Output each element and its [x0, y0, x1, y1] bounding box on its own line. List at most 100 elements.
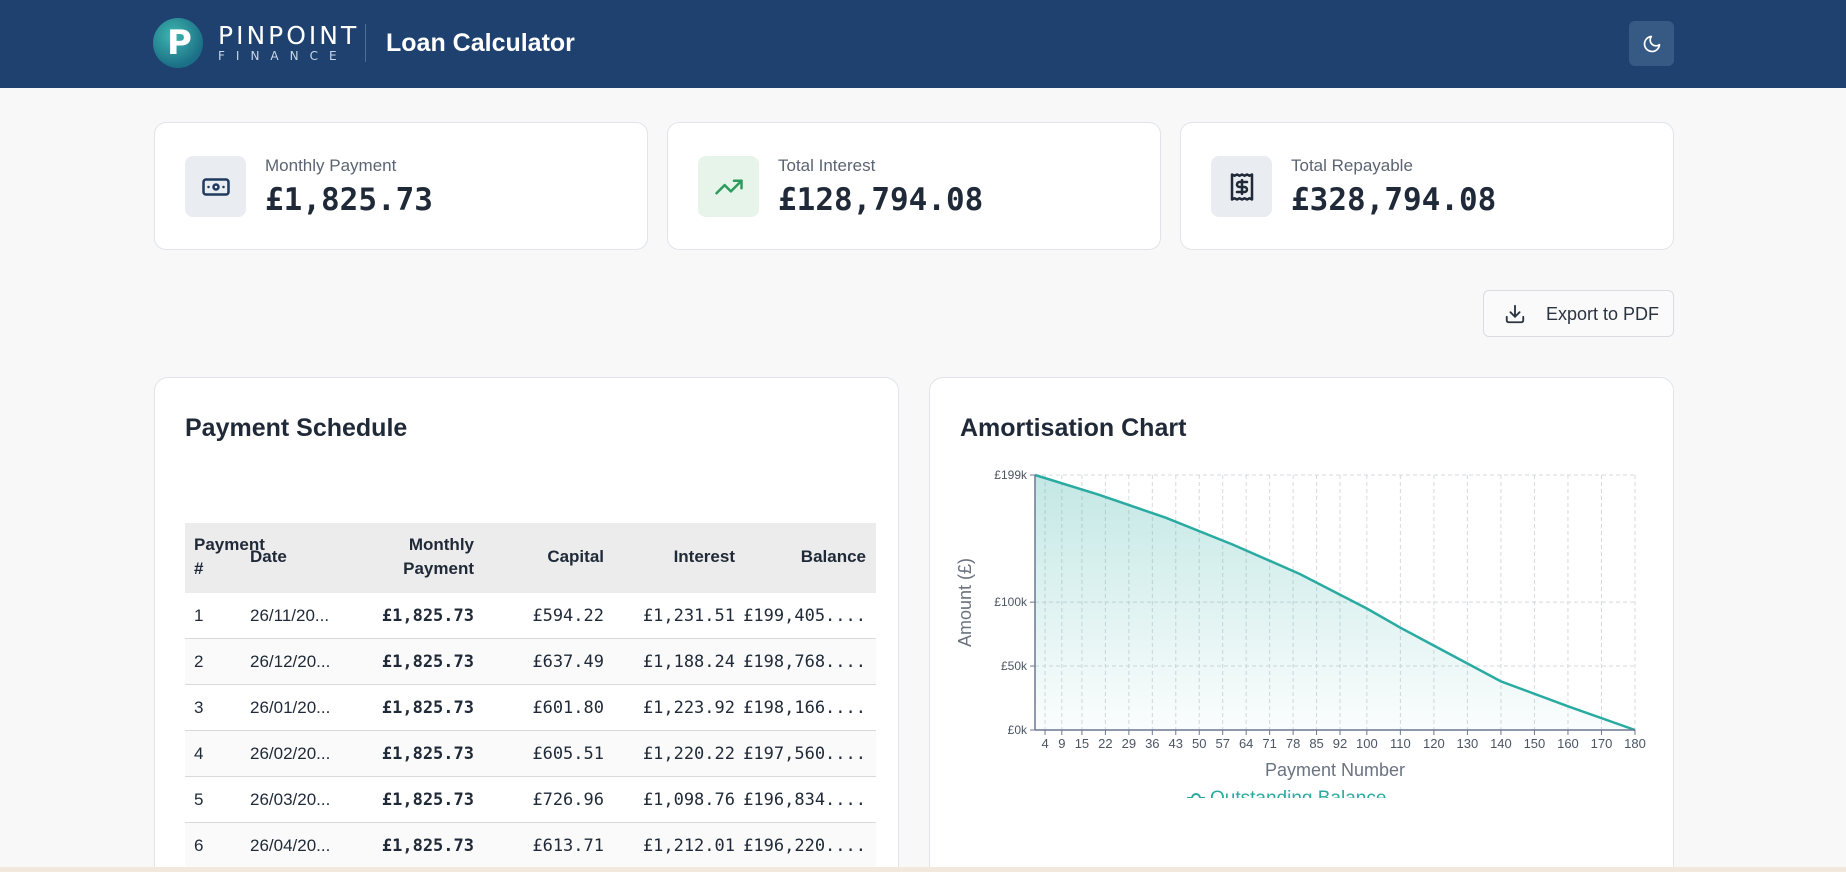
chart-x-tick-label: 4: [1041, 736, 1048, 751]
cell-date: 26/01/20...: [250, 698, 331, 717]
cell-interest: £1,212.01: [642, 836, 735, 856]
chart-y-tick-label: £0k: [1008, 723, 1028, 737]
export-pdf-label: Export to PDF: [1546, 304, 1660, 324]
chart-y-tick-label: £199k: [994, 468, 1028, 482]
cell-payment-number: 4: [194, 744, 204, 763]
chart-x-tick-label: 78: [1286, 736, 1300, 751]
chart-x-tick-label: 110: [1390, 736, 1411, 751]
column-header-interest[interactable]: Interest: [674, 545, 735, 569]
stat-value: £1,825.73: [265, 182, 433, 218]
chart-x-axis-title: Payment Number: [1265, 760, 1405, 780]
export-pdf-button[interactable]: Export to PDF: [1483, 290, 1674, 337]
receipt-icon: [1211, 156, 1272, 217]
cell-interest: £1,223.92: [642, 698, 735, 718]
cell-capital: £637.49: [532, 652, 604, 672]
cell-monthly-payment: £1,825.73: [381, 606, 474, 626]
stat-value: £128,794.08: [778, 182, 984, 218]
monthly-payment-card: Monthly Payment £1,825.73: [154, 122, 648, 250]
chart-x-tick-label: 15: [1075, 736, 1089, 751]
amortisation-chart: 4 9 15 22 29 36 43 50 57 64 71 78 85 92 100 110 120 130 14…: [955, 468, 1646, 798]
cell-monthly-payment: £1,825.73: [381, 744, 474, 764]
logo-letter: P: [167, 23, 192, 63]
download-icon: [1505, 304, 1525, 324]
chart-area-fill: [1035, 475, 1635, 730]
payment-schedule-table: Payment # Date Monthly Payment Capital I…: [185, 523, 876, 869]
page-title: Loan Calculator: [386, 29, 575, 57]
chart-x-tick-label: 64: [1239, 736, 1253, 751]
cell-interest: £1,220.22: [642, 744, 735, 764]
cell-capital: £605.51: [532, 744, 604, 764]
brand-tagline: FINANCE: [218, 49, 348, 63]
chart-x-tick-label: 9: [1058, 736, 1065, 751]
header-divider: [365, 24, 366, 62]
trending-up-icon: [698, 156, 759, 217]
cell-balance: £196,220....: [743, 836, 866, 856]
cell-payment-number: 6: [194, 836, 204, 855]
table-header: Payment # Date Monthly Payment Capital I…: [185, 523, 876, 593]
chart-x-tick-label: 130: [1457, 736, 1479, 751]
chart-x-tick-label: 71: [1262, 736, 1276, 751]
chart-y-axis-title: Amount (£): [955, 558, 975, 647]
chart-x-tick-label: 57: [1215, 736, 1229, 751]
header-line: Monthly: [408, 535, 474, 554]
cell-balance: £199,405....: [743, 606, 866, 626]
chart-x-tick-label: 50: [1192, 736, 1206, 751]
table-row: 5 26/03/20... £1,825.73 £726.96 £1,098.76 £19…: [185, 777, 876, 823]
total-interest-card: Total Interest £128,794.08: [667, 122, 1161, 250]
payment-schedule-panel: Payment Schedule Payment # Date Monthly …: [154, 377, 899, 872]
cell-payment-number: 3: [194, 698, 204, 717]
chart-x-tick-label: 85: [1309, 736, 1323, 751]
cell-payment-number: 5: [194, 790, 204, 809]
header-line: Payment: [403, 559, 474, 578]
top-bar: P PINPOINT FINANCE Loan Calculator: [0, 0, 1846, 88]
total-repayable-card: Total Repayable £328,794.08: [1180, 122, 1674, 250]
table-row: 2 26/12/20... £1,825.73 £637.49 £1,188.24 £19…: [185, 639, 876, 685]
cell-date: 26/11/20...: [250, 606, 330, 625]
cell-monthly-payment: £1,825.73: [381, 652, 474, 672]
cell-date: 26/12/20...: [250, 652, 331, 671]
column-header-capital[interactable]: Capital: [547, 545, 604, 569]
cell-payment-number: 2: [194, 652, 204, 671]
chart-x-tick-label: 160: [1557, 736, 1579, 751]
cell-balance: £198,768....: [743, 652, 866, 672]
cell-balance: £197,560....: [743, 744, 866, 764]
logo-icon: P: [153, 18, 203, 68]
cell-interest: £1,188.24: [642, 652, 735, 672]
chart-x-tick-label: 22: [1098, 736, 1112, 751]
chart-x-tick-label: 92: [1333, 736, 1347, 751]
column-header-balance[interactable]: Balance: [801, 545, 866, 569]
cell-balance: £196,834....: [743, 790, 866, 810]
chart-x-tick-label: 120: [1423, 736, 1445, 751]
cell-capital: £613.71: [532, 836, 604, 856]
table-row: 6 26/04/20... £1,825.73 £613.71 £1,212.01 £19…: [185, 823, 876, 869]
stat-label: Total Interest: [778, 156, 876, 175]
chart-x-tick-label: 29: [1122, 736, 1136, 751]
cell-capital: £601.80: [532, 698, 604, 718]
table-row: 4 26/02/20... £1,825.73 £605.51 £1,220.22 £19…: [185, 731, 876, 777]
cell-monthly-payment: £1,825.73: [381, 790, 474, 810]
table-row: 3 26/01/20... £1,825.73 £601.80 £1,223.92 £19…: [185, 685, 876, 731]
amortisation-chart-panel: Amortisation Chart 4 9 15 22 29 36 43 50 57 64 71 7…: [929, 377, 1674, 872]
chart-y-tick-label: £50k: [1001, 659, 1028, 673]
column-header-date[interactable]: Date: [250, 545, 287, 569]
brand-name: PINPOINT: [218, 21, 360, 50]
panel-title: Payment Schedule: [185, 414, 408, 442]
chart-x-tick-label: 36: [1145, 736, 1159, 751]
cell-capital: £594.22: [532, 606, 604, 626]
cell-interest: £1,098.76: [642, 790, 735, 810]
moon-icon: [1643, 35, 1660, 52]
stat-value: £328,794.08: [1291, 182, 1497, 218]
chart-x-tick-label: 43: [1169, 736, 1183, 751]
cell-payment-number: 1: [194, 606, 204, 625]
cell-date: 26/04/20...: [250, 836, 331, 855]
stat-label: Monthly Payment: [265, 156, 397, 175]
page-bottom-edge: [0, 867, 1846, 872]
cell-date: 26/02/20...: [250, 744, 331, 763]
table-row: 1 26/11/20... £1,825.73 £594.22 £1,231.51 £19…: [185, 593, 876, 639]
chart-x-tick-label: 170: [1591, 736, 1613, 751]
theme-toggle-button[interactable]: [1629, 21, 1674, 66]
legend-marker-dot: [1191, 793, 1201, 798]
table-body: 1 26/11/20... £1,825.73 £594.22 £1,231.51 £19…: [185, 593, 876, 869]
cell-capital: £726.96: [532, 790, 604, 810]
column-header-monthly-payment[interactable]: Monthly Payment: [403, 533, 474, 581]
